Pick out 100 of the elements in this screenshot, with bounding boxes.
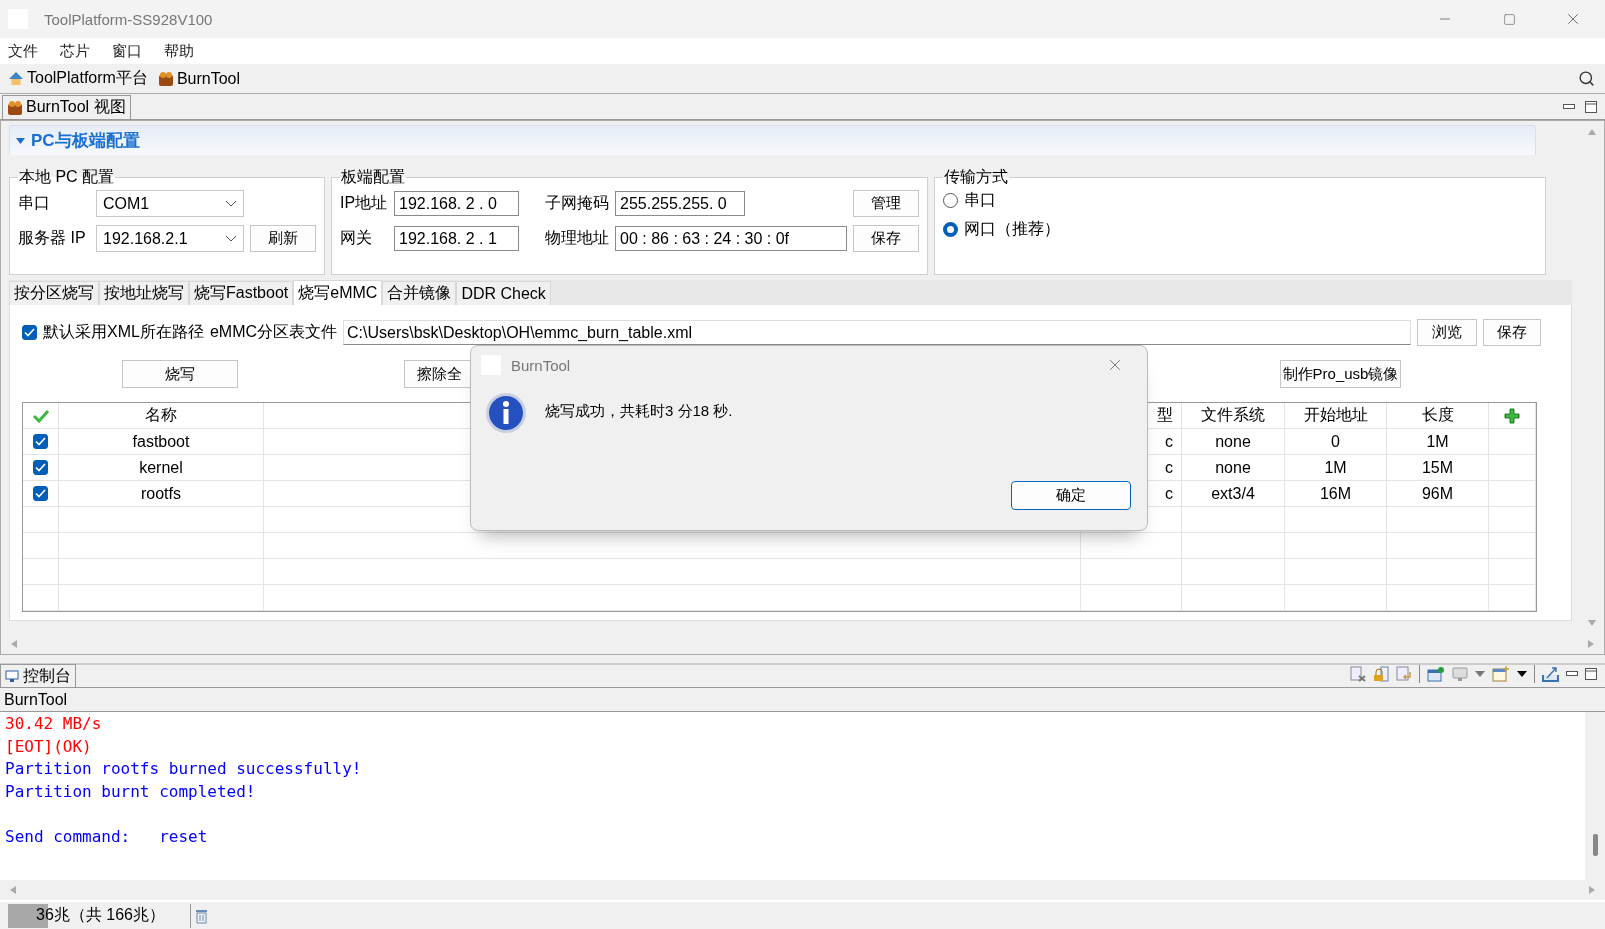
burn-button[interactable]: 烧写: [122, 360, 238, 388]
ip-address-field[interactable]: 192.168. 2 . 0: [394, 191, 519, 216]
checkbox[interactable]: [33, 434, 48, 449]
radio-label[interactable]: 网口（推荐）: [964, 219, 1060, 240]
film-reel-icon: [157, 70, 174, 87]
menu-item[interactable]: 芯片: [60, 41, 90, 61]
search-icon[interactable]: [1578, 70, 1595, 87]
empty-cell: [1489, 585, 1536, 611]
dialog-message: 烧写成功，共耗时3 分18 秒.: [545, 401, 733, 421]
tab[interactable]: DDR Check: [456, 281, 551, 305]
tab[interactable]: 按地址烧写: [99, 281, 189, 305]
table-cell: none: [1215, 458, 1251, 477]
maximize-icon[interactable]: [1585, 101, 1597, 113]
pin-icon[interactable]: [1427, 666, 1445, 682]
scroll-down-arrow[interactable]: [1587, 618, 1597, 628]
chevron-down-icon: [225, 199, 237, 208]
checkbox[interactable]: [22, 325, 37, 340]
display-icon[interactable]: [1452, 666, 1468, 682]
manage-button[interactable]: 管理: [853, 190, 919, 217]
console-line: 30.42 MB/s: [5, 714, 103, 735]
minimize-icon[interactable]: [1566, 671, 1578, 677]
section-header[interactable]: PC与板端配置: [9, 125, 1536, 155]
refresh-button[interactable]: 刷新: [250, 225, 316, 252]
tab[interactable]: 烧写eMMC: [293, 280, 383, 305]
caret-icon[interactable]: [1517, 671, 1527, 677]
field-label: 子网掩码: [545, 193, 609, 213]
checkbox-label[interactable]: 默认采用XML所在路径: [43, 322, 204, 343]
field-label: IP地址: [340, 193, 388, 213]
maximize-icon[interactable]: [1585, 668, 1597, 680]
view-tab[interactable]: BurnTool 视图: [2, 95, 131, 119]
browse-button[interactable]: 浏览: [1417, 319, 1477, 346]
file-path-field[interactable]: C:\Users\bsk\Desktop\OH\emmc_burn_table.xml: [343, 320, 1411, 345]
server-ip-dropdown[interactable]: 192.168.2.1: [96, 225, 244, 252]
radio-button[interactable]: [943, 222, 958, 237]
save-button[interactable]: 保存: [853, 225, 919, 252]
lock-icon[interactable]: [1373, 666, 1389, 682]
clear-document-icon[interactable]: [1350, 666, 1366, 682]
ok-button[interactable]: 确定: [1011, 481, 1131, 510]
checkbox[interactable]: [33, 486, 48, 501]
scroll-right-arrow[interactable]: [1587, 885, 1597, 895]
group-title: 本地 PC 配置: [18, 167, 116, 187]
radio-button[interactable]: [943, 193, 958, 208]
console-line: Send command: reset: [5, 827, 209, 848]
tab[interactable]: 烧写Fastboot: [189, 281, 294, 305]
plus-icon[interactable]: [1504, 407, 1520, 424]
table-cell: 1M: [1324, 458, 1347, 477]
monitor-icon: [5, 669, 19, 683]
scroll-left-arrow[interactable]: [9, 639, 19, 649]
subnet-mask-field[interactable]: 255.255.255. 0: [615, 191, 745, 216]
scroll-right-arrow[interactable]: [1586, 639, 1596, 649]
column-header: 文件系统: [1201, 405, 1265, 425]
radio-label[interactable]: 串口: [964, 190, 996, 211]
export-icon[interactable]: [1542, 666, 1559, 682]
table-cell: 1M: [1426, 432, 1449, 451]
table-cell: kernel: [139, 458, 183, 477]
menu-item[interactable]: 文件: [8, 41, 38, 61]
trash-icon[interactable]: [195, 907, 208, 924]
serial-port-dropdown[interactable]: COM1: [96, 190, 244, 217]
save-button[interactable]: 保存: [1483, 319, 1541, 346]
table-cell: none: [1215, 432, 1251, 451]
toolbar-link[interactable]: ToolPlatform平台: [27, 68, 148, 89]
scroll-left-arrow[interactable]: [8, 885, 18, 895]
console-line: Partition rootfs burned successfully!: [5, 759, 363, 780]
table-cell: 0: [1331, 432, 1340, 451]
menu-item[interactable]: 窗口: [112, 41, 142, 61]
console-tab[interactable]: 控制台: [0, 664, 76, 687]
progress-text: 36兆（共 166兆）: [35, 905, 165, 925]
tab[interactable]: 按分区烧写: [9, 281, 99, 305]
word-wrap-icon[interactable]: [1396, 666, 1412, 682]
console-line: Partition burnt completed!: [5, 781, 257, 803]
scroll-up-arrow[interactable]: [1587, 127, 1597, 137]
column-header: 长度: [1421, 405, 1454, 425]
empty-cell: [1489, 559, 1536, 585]
tab[interactable]: 合并镜像: [382, 281, 457, 305]
empty-cell: [23, 585, 59, 611]
console-line: [EOT](OK): [5, 736, 93, 758]
check-all-icon[interactable]: [32, 408, 49, 423]
house-icon: [8, 71, 24, 86]
scrollbar-thumb[interactable]: [1592, 834, 1598, 856]
group-title: 板端配置: [340, 167, 406, 187]
collapse-arrow-icon[interactable]: [16, 137, 25, 144]
mac-address-field[interactable]: 00 : 86 : 63 : 24 : 30 : 0f: [615, 226, 847, 251]
new-window-icon[interactable]: [1492, 666, 1510, 682]
checkbox[interactable]: [33, 460, 48, 475]
column-header: 型: [1157, 405, 1173, 425]
menu-item[interactable]: 帮助: [164, 41, 194, 61]
table-cell: c: [1165, 484, 1173, 503]
table-cell: 15M: [1421, 458, 1454, 477]
minimize-icon[interactable]: [1563, 104, 1575, 110]
table-cell: 16M: [1319, 484, 1352, 503]
table-cell: 96M: [1421, 484, 1454, 503]
window-title: ToolPlatform-SS928V100: [44, 10, 214, 28]
table-cell: rootfs: [141, 484, 181, 503]
gateway-field[interactable]: 192.168. 2 . 1: [394, 226, 519, 251]
usb-image-button[interactable]: 制作Pro_usb镜像: [1280, 360, 1401, 388]
field-label: 服务器 IP: [18, 228, 87, 248]
column-header: 开始地址: [1303, 405, 1368, 425]
toolbar-link[interactable]: BurnTool: [176, 69, 241, 88]
group-title: 传输方式: [943, 167, 1009, 187]
empty-cell: [23, 559, 59, 585]
